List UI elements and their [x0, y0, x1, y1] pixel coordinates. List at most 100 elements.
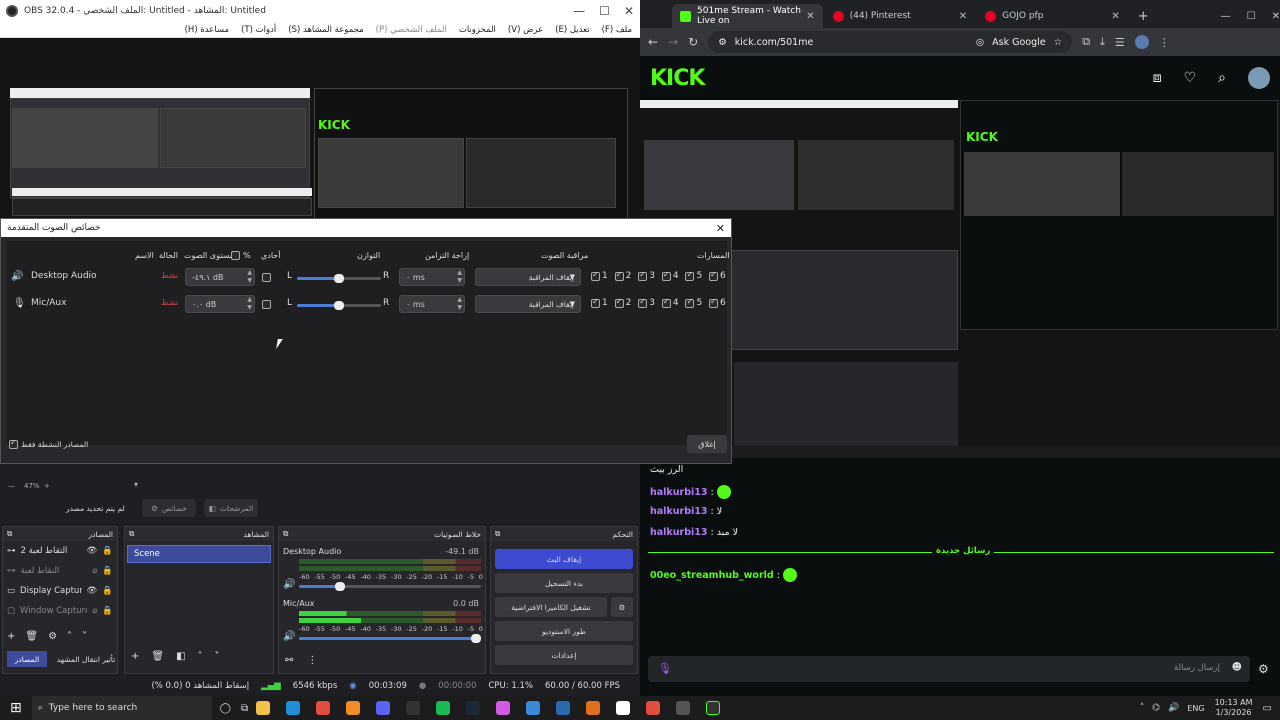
task-view-icon[interactable]: ⧉ — [241, 703, 248, 714]
link-icon[interactable]: ⚯ — [285, 655, 293, 666]
profile-avatar[interactable] — [1134, 35, 1149, 49]
forward-icon[interactable]: → — [668, 35, 678, 49]
language-indicator[interactable]: ENG — [1187, 704, 1204, 713]
up-icon[interactable]: ˄ — [198, 651, 203, 662]
site-info-icon[interactable]: ⚙ — [718, 37, 727, 48]
tab-sources[interactable]: المصادر — [7, 651, 47, 667]
volume-slider[interactable] — [299, 634, 481, 643]
trash-icon[interactable]: 🗑 — [25, 631, 38, 642]
kick-logo[interactable]: KICK — [650, 66, 705, 91]
zoom-in-icon[interactable]: + — [44, 482, 50, 490]
source-item[interactable]: ⊶ التقاط لعبة ⌀ 🔒 — [3, 561, 117, 581]
eye-icon[interactable]: 👁 — [87, 546, 98, 556]
user-avatar[interactable] — [1248, 67, 1270, 89]
file-explorer-icon[interactable] — [256, 701, 271, 715]
volume-spinbox[interactable]: ٠.٠ dB ▲ ▼ — [185, 295, 255, 313]
minimize-icon[interactable]: — — [573, 4, 585, 18]
extensions-icon[interactable]: ⧉ — [1082, 35, 1090, 49]
tab-transitions[interactable]: تأثير انتقال المشهد — [53, 651, 119, 667]
chat-username[interactable]: 00eo_streamhub_world — [650, 570, 774, 581]
sync-offset-spinbox[interactable]: ٠ ms ▲ ▼ — [399, 268, 465, 286]
obs-preview[interactable]: KICK — [0, 38, 640, 218]
slider-knob[interactable] — [334, 274, 344, 283]
zoom-out-icon[interactable]: — — [8, 482, 15, 490]
spin-arrows-icon[interactable]: ▲ ▼ — [457, 269, 462, 285]
filters-button[interactable]: ◧ المرشحات — [204, 499, 258, 517]
properties-button[interactable]: ⚙ خصائص — [142, 499, 196, 517]
lock-icon[interactable]: 🔒 — [102, 546, 113, 556]
edge-icon[interactable] — [286, 701, 301, 715]
zoom-dropdown-icon[interactable]: ▾ — [134, 480, 138, 489]
app-icon-4[interactable] — [616, 701, 631, 715]
app-icon[interactable] — [496, 701, 511, 715]
windows-start-icon[interactable]: ⊞ — [10, 700, 22, 716]
tab-close-icon[interactable]: ✕ — [806, 11, 814, 22]
close-icon[interactable]: ✕ — [1272, 11, 1280, 22]
browser-tab[interactable]: 501me Stream - Watch Live on ✕ — [672, 4, 823, 28]
search-icon[interactable]: ⌕ — [1218, 70, 1226, 86]
epic-games-icon[interactable] — [406, 701, 421, 715]
menu-item[interactable]: أدوات (T) — [241, 25, 276, 35]
track-checkbox[interactable] — [661, 297, 671, 308]
down-icon[interactable]: ˅ — [215, 651, 220, 662]
scene-item[interactable]: Scene — [127, 545, 271, 563]
microphone-icon[interactable]: 🎙 — [658, 662, 672, 675]
track-checkbox[interactable] — [591, 270, 600, 281]
chat-username[interactable]: halkurbi13 — [650, 527, 707, 538]
minimize-icon[interactable]: — — [1221, 11, 1231, 22]
menu-item[interactable]: عرض (V) — [508, 25, 543, 35]
browser-tab[interactable]: GOJO pfp ✕ — [977, 4, 1128, 28]
chat-username[interactable]: halkurbi13 — [650, 506, 707, 517]
tray-chevron-icon[interactable]: ˄ — [1140, 703, 1145, 713]
heart-icon[interactable]: ♡ — [1184, 70, 1197, 86]
undock-icon[interactable]: ⧉ — [7, 529, 12, 539]
up-icon[interactable]: ˄ — [67, 631, 72, 642]
lock-icon[interactable]: 🔒 — [102, 586, 113, 596]
ask-google-label[interactable]: Ask Google — [992, 37, 1045, 48]
source-item[interactable]: ▢ Window Capture ⌀ 🔒 — [3, 601, 117, 621]
download-icon[interactable]: ⤓ — [1100, 35, 1105, 49]
taskbar-search[interactable]: ⌕ Type here to search — [31, 696, 212, 720]
eye-off-icon[interactable]: ⌀ — [92, 566, 97, 576]
more-icon[interactable]: ⋮ — [307, 655, 317, 666]
undock-icon[interactable]: ⧉ — [283, 529, 288, 539]
track-checkbox[interactable] — [614, 297, 624, 308]
lock-icon[interactable]: 🔒 — [102, 606, 113, 616]
store-icon[interactable] — [526, 701, 541, 715]
mono-checkbox[interactable] — [262, 300, 271, 309]
track-checkbox[interactable] — [709, 270, 719, 281]
maximize-icon[interactable]: ☐ — [599, 4, 610, 18]
chat-input[interactable]: 🎙 إرسال رسالة ☻ — [648, 656, 1250, 682]
balance-slider[interactable] — [297, 301, 381, 310]
app-icon-3[interactable] — [586, 701, 601, 715]
tab-close-icon[interactable]: ✕ — [1111, 11, 1119, 22]
menu-item[interactable]: ملف (F) — [602, 25, 632, 35]
filter-icon[interactable]: ◧ — [176, 651, 185, 662]
studio-mode-button[interactable]: طور الاستوديو — [495, 621, 633, 641]
terminal-icon[interactable] — [706, 701, 721, 715]
back-icon[interactable]: ← — [648, 35, 658, 49]
gear-icon[interactable]: ⚙ — [48, 631, 57, 642]
add-icon[interactable]: + — [131, 651, 139, 662]
start-virtual-camera-button[interactable]: تشغيل الكاميرا الافتراضية — [495, 597, 607, 617]
menu-item[interactable]: مجموعة المشاهد (S) — [288, 25, 363, 35]
source-item[interactable]: ▭ Display Capture 👁 🔒 — [3, 581, 117, 601]
volume-spinbox[interactable]: -٤٩.١ dB ▲ ▼ — [185, 268, 255, 286]
eye-icon[interactable]: 👁 — [87, 586, 98, 596]
microphone-icon[interactable]: 🎙 — [13, 298, 26, 309]
maximize-icon[interactable]: ☐ — [1247, 11, 1256, 22]
track-checkbox[interactable] — [709, 297, 719, 308]
browse-icon[interactable]: ⧈ — [1153, 70, 1162, 86]
start-recording-button[interactable]: بدء التسجيل — [495, 573, 633, 593]
sync-offset-spinbox[interactable]: ٠ ms ▲ ▼ — [399, 295, 465, 313]
active-only-checkbox[interactable] — [9, 438, 18, 449]
settings-button[interactable]: إعدادات — [495, 645, 633, 665]
track-checkbox[interactable] — [638, 297, 648, 308]
menu-item[interactable]: مساعدة (H) — [185, 25, 229, 35]
mono-checkbox[interactable] — [262, 273, 271, 282]
close-icon[interactable]: ✕ — [624, 4, 634, 18]
new-tab-icon[interactable]: + — [1138, 9, 1149, 24]
trash-icon[interactable]: 🗑 — [151, 651, 164, 662]
spotify-icon[interactable] — [436, 701, 451, 715]
slider-knob[interactable] — [471, 634, 481, 643]
